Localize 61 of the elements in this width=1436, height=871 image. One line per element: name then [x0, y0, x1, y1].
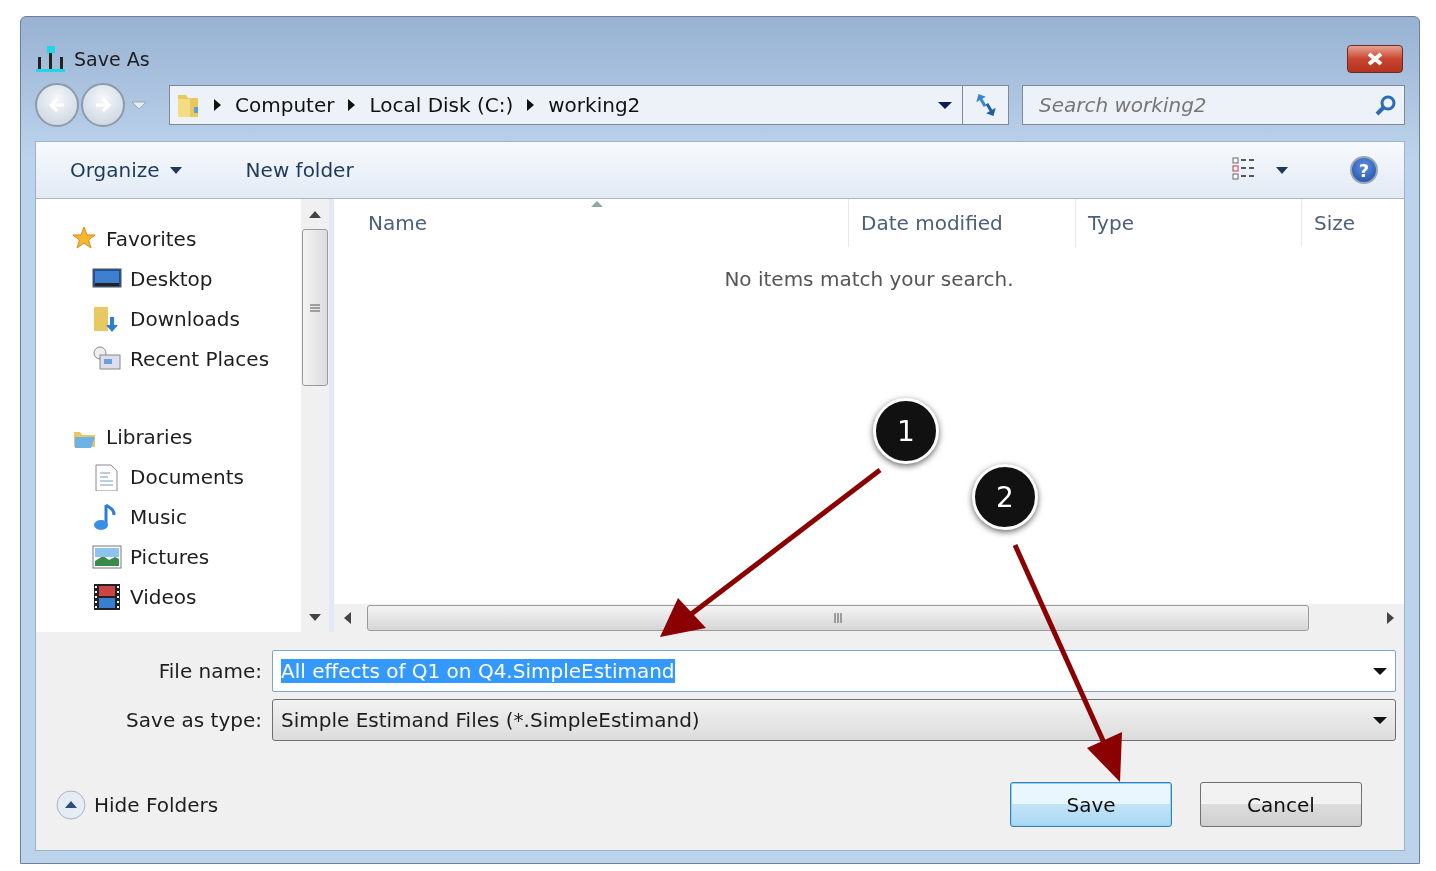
- scroll-down-icon[interactable]: [309, 613, 321, 621]
- sidebar-item[interactable]: Desktop: [36, 259, 213, 299]
- scroll-left-icon[interactable]: [344, 612, 351, 624]
- field-label: File name:: [157, 659, 262, 683]
- sort-ascending-icon: [591, 201, 603, 207]
- sidebar-item[interactable]: Pictures: [36, 537, 210, 577]
- grip-icon: [834, 613, 842, 623]
- empty-message: No items match your search.: [724, 267, 1014, 291]
- breadcrumb[interactable]: working2: [548, 93, 641, 117]
- breadcrumb[interactable]: Computer: [235, 93, 335, 117]
- collapse-up-icon: [56, 789, 86, 820]
- scroll-up-icon[interactable]: [309, 210, 321, 218]
- breadcrumb[interactable]: Local Disk (C:): [369, 93, 514, 117]
- dialog-button[interactable]: Cancel: [1200, 782, 1362, 827]
- close-button[interactable]: [1347, 45, 1403, 73]
- search-field[interactable]: Search working2: [1037, 92, 1374, 118]
- forward-button[interactable]: [81, 83, 125, 127]
- search-icon: [1374, 94, 1396, 116]
- column-header[interactable]: Date modified: [849, 199, 1076, 247]
- column-header[interactable]: Type: [1076, 199, 1302, 247]
- hide-folders-button[interactable]: Hide Folders: [56, 789, 219, 820]
- breadcrumb-arrow-icon[interactable]: [527, 99, 535, 111]
- landscape-picture-icon: [92, 543, 122, 571]
- field-label: Save as type:: [125, 708, 262, 732]
- list-view-icon: [1232, 156, 1256, 181]
- sidebar-item[interactable]: Music: [36, 497, 187, 537]
- dropdown-icon[interactable]: [938, 101, 952, 109]
- grip-icon: [310, 303, 320, 312]
- address-bar[interactable]: Computer Local Disk (C:) working2: [169, 85, 1009, 125]
- toolbar-button[interactable]: Organize: [70, 158, 182, 182]
- dropdown-icon: [1373, 716, 1387, 724]
- file-type-dropdown[interactable]: Simple Estimand Files (*.SimpleEstimand): [272, 699, 1396, 741]
- caret-icon: [169, 166, 182, 174]
- breadcrumb-arrow-icon[interactable]: [214, 99, 221, 111]
- sidebar-item[interactable]: Recent Places: [36, 339, 270, 379]
- star-icon: [72, 226, 98, 252]
- breadcrumb-arrow-icon[interactable]: [348, 99, 356, 111]
- toolbar-button[interactable]: New folder: [245, 158, 354, 182]
- search-box[interactable]: Search working2: [1022, 85, 1405, 125]
- back-button[interactable]: [35, 83, 79, 127]
- window-title: Save As: [74, 48, 150, 70]
- close-icon: [1366, 51, 1384, 67]
- horizontal-scrollbar[interactable]: [334, 604, 1404, 632]
- clock-folder-icon: [92, 345, 122, 373]
- app-icon: [35, 45, 66, 73]
- scroll-thumb[interactable]: [302, 229, 328, 386]
- sidebar-item[interactable]: Favorites: [36, 219, 197, 259]
- vertical-scrollbar[interactable]: [301, 199, 334, 632]
- column-header[interactable]: Size: [1302, 199, 1404, 247]
- sidebar-item[interactable]: Libraries: [36, 417, 193, 457]
- film-strip-icon: [92, 583, 122, 611]
- dialog-button[interactable]: Save: [1010, 782, 1172, 827]
- help-button[interactable]: ?: [1350, 156, 1378, 184]
- column-header[interactable]: Name: [334, 199, 849, 247]
- scroll-right-icon[interactable]: [1387, 612, 1394, 624]
- scroll-thumb[interactable]: [367, 605, 1309, 631]
- sidebar-item[interactable]: Documents: [36, 457, 245, 497]
- caret-icon[interactable]: [1276, 166, 1288, 174]
- dropdown-icon[interactable]: [1373, 667, 1387, 675]
- sidebar-item[interactable]: Downloads: [36, 299, 240, 339]
- sidebar-item[interactable]: Videos: [36, 577, 197, 617]
